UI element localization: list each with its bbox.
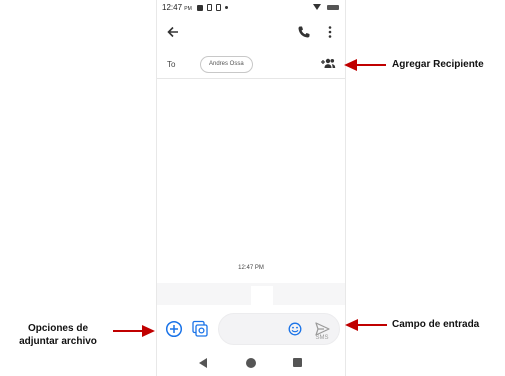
compose-bar: SMS xyxy=(157,308,345,348)
recipient-chip[interactable]: Andres Ossa xyxy=(200,56,253,73)
annotation-attach-line-2: adjuntar archivo xyxy=(19,336,97,347)
more-options-icon[interactable] xyxy=(325,25,335,39)
back-arrow-icon[interactable] xyxy=(165,24,181,40)
navigation-bar xyxy=(157,350,345,376)
annotation-attach-options: Opciones de adjuntar archivo xyxy=(4,322,112,348)
add-recipient-arrow-icon xyxy=(344,59,386,71)
send-sms-label: SMS xyxy=(315,335,329,341)
more-notifications-icon xyxy=(225,6,228,9)
battery-icon xyxy=(327,4,339,10)
phone-call-icon[interactable] xyxy=(297,25,311,39)
to-label: To xyxy=(167,60,176,69)
phone-screen: 12:47 PM To Andres Ossa 12:47 PM SMS xyxy=(156,0,346,376)
status-time-ampm: PM xyxy=(184,6,192,12)
nav-home-icon[interactable] xyxy=(246,358,256,368)
annotation-add-recipient: Agregar Recipiente xyxy=(392,59,484,70)
message-preview-gap xyxy=(251,286,273,306)
attach-options-arrow-icon xyxy=(113,325,155,337)
emoji-icon[interactable] xyxy=(288,322,302,336)
image-notification-icon xyxy=(197,4,203,11)
wifi-icon xyxy=(313,4,321,10)
annotation-input-field: Campo de entrada xyxy=(392,319,480,330)
phone-notification-icon-2 xyxy=(216,4,221,11)
gallery-camera-icon[interactable] xyxy=(191,320,209,338)
nav-recents-icon[interactable] xyxy=(293,358,302,367)
notification-icons xyxy=(197,4,228,11)
attach-plus-icon[interactable] xyxy=(165,320,183,338)
phone-notification-icon xyxy=(207,4,212,11)
system-icons xyxy=(313,4,339,10)
app-bar xyxy=(157,22,345,46)
recipient-row: To Andres Ossa xyxy=(157,52,345,79)
message-timestamp: 12:47 PM xyxy=(238,265,264,271)
add-recipient-icon[interactable] xyxy=(320,57,336,69)
status-time: 12:47 PM xyxy=(162,3,192,12)
input-field-arrow-icon xyxy=(345,319,387,331)
annotation-attach-line-1: Opciones de xyxy=(27,323,88,334)
status-bar: 12:47 PM xyxy=(157,0,345,16)
nav-back-icon[interactable] xyxy=(199,358,207,368)
status-time-value: 12:47 xyxy=(162,3,183,12)
